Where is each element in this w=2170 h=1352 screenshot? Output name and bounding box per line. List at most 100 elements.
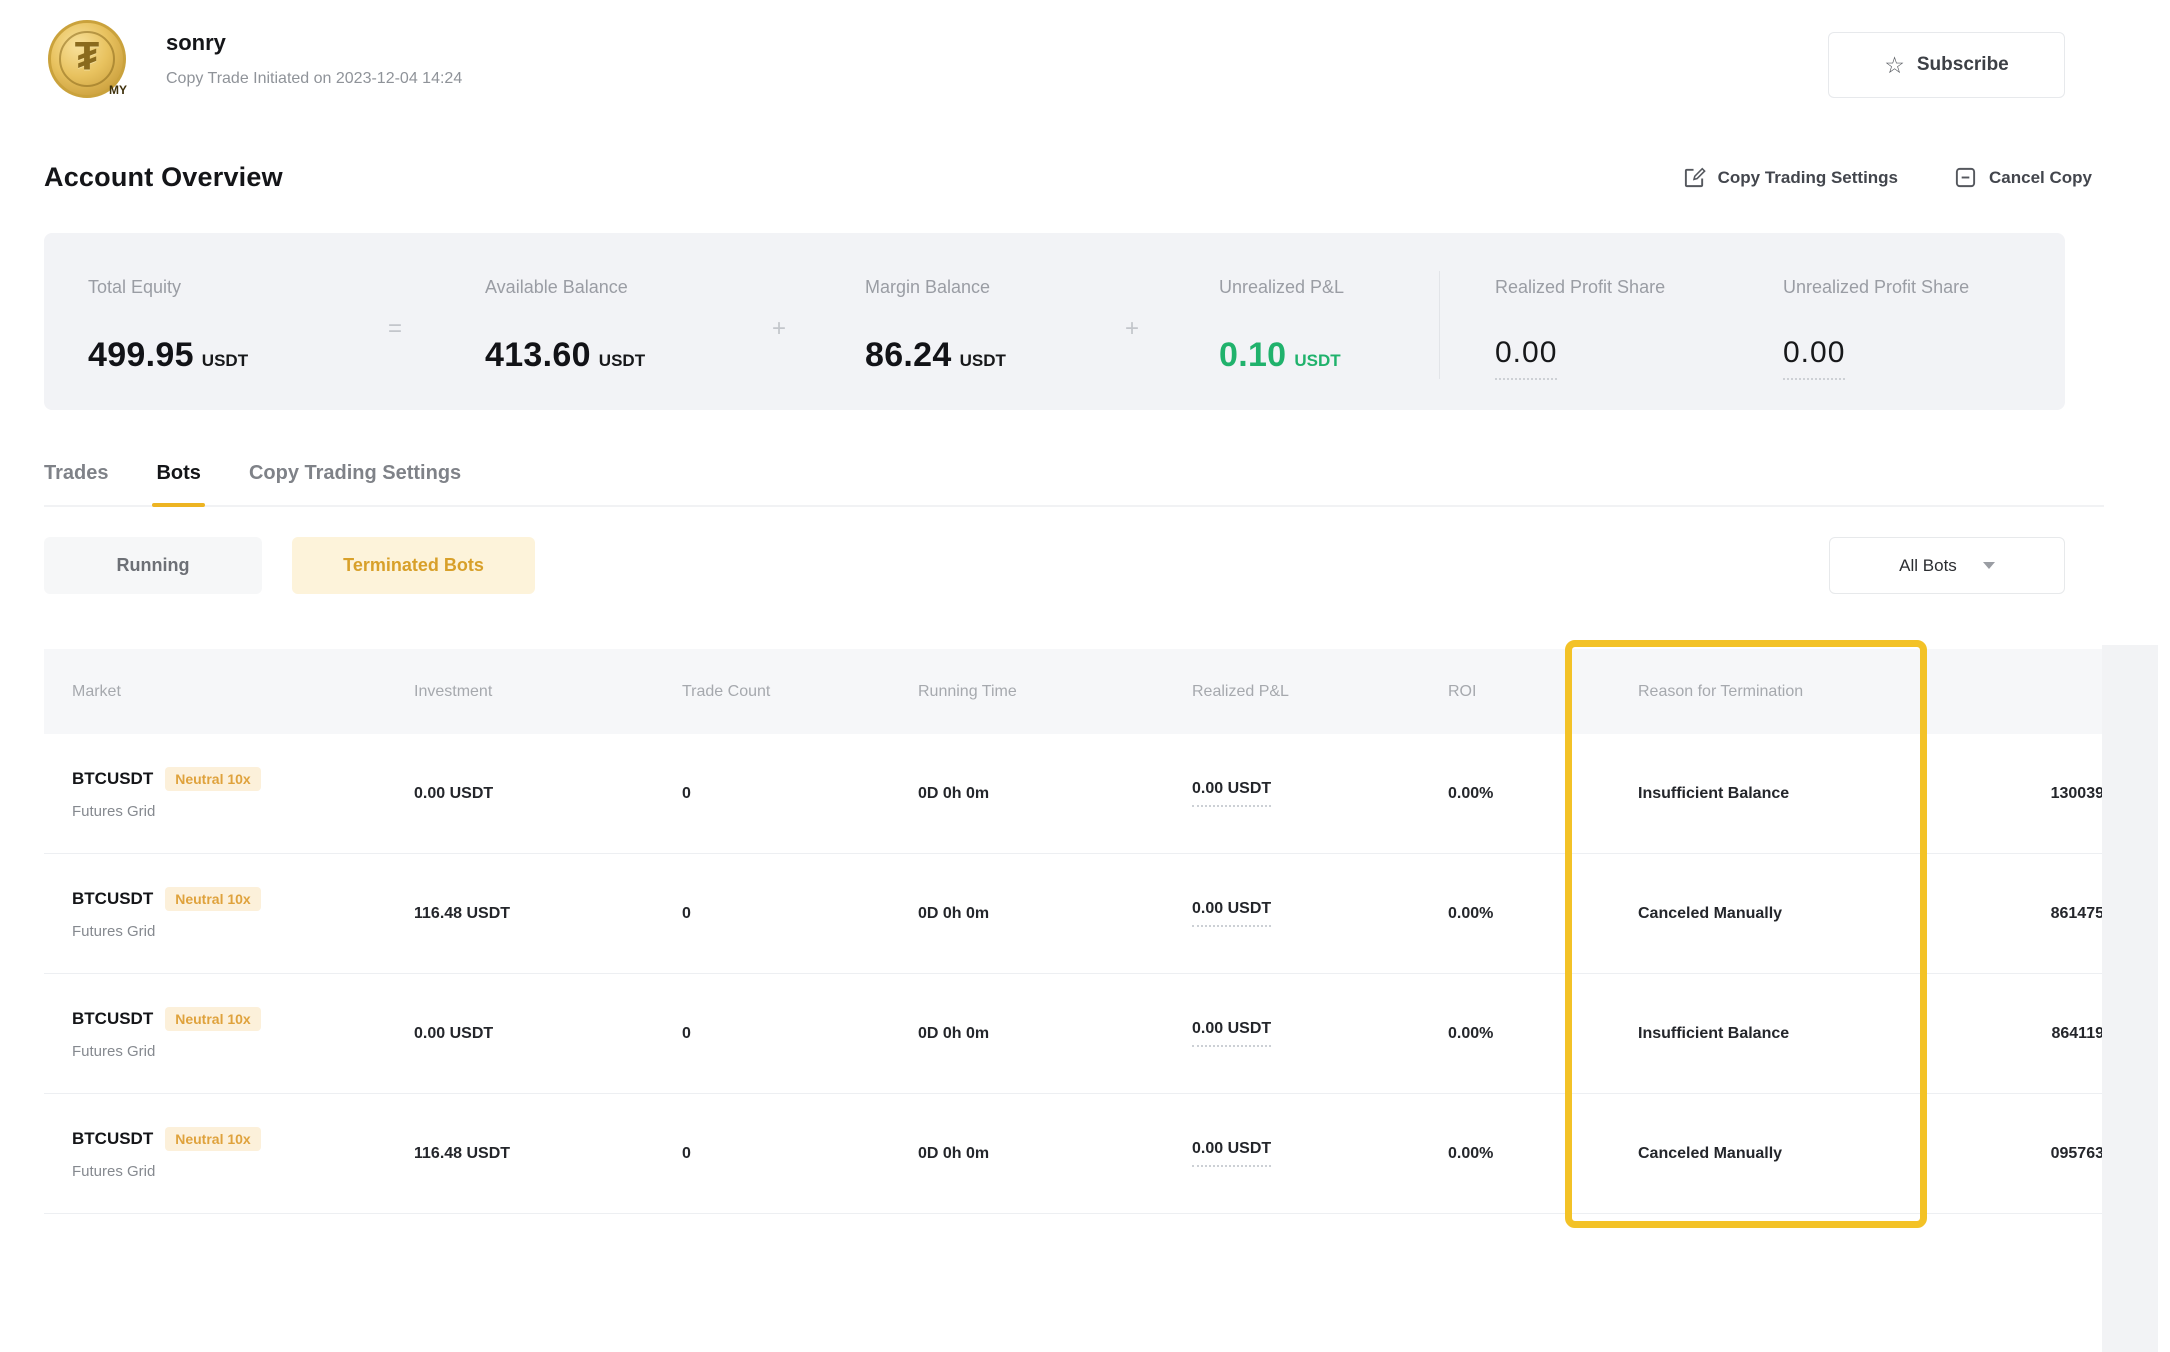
margin-balance-unit: USDT (960, 351, 1006, 371)
leverage-badge: Neutral 10x (165, 887, 260, 911)
page-title: Account Overview (44, 162, 283, 193)
bot-type-label: Futures Grid (72, 923, 386, 940)
equals-operator: = (388, 315, 402, 343)
available-balance-value: 413.60 (485, 336, 591, 375)
stat-margin-balance: Margin Balance 86.24 USDT (865, 277, 1006, 375)
bot-type-label: Futures Grid (72, 803, 386, 820)
leverage-badge: Neutral 10x (165, 767, 260, 791)
all-bots-dropdown-value: All Bots (1899, 556, 1957, 576)
reason-cell: Insufficient Balance (1610, 785, 1940, 803)
roi-cell: 0.00% (1420, 785, 1610, 803)
copy-trading-page: ₮ MY sonry Copy Trade Initiated on 2023-… (0, 0, 2170, 1352)
market-cell: BTCUSDT Neutral 10x Futures Grid (44, 767, 386, 820)
reason-cell: Insufficient Balance (1610, 1025, 1940, 1043)
table-row: BTCUSDT Neutral 10x Futures Grid 116.48 … (44, 1094, 2104, 1214)
overview-head: Account Overview Copy Trading Settings (44, 162, 2104, 193)
reason-cell: Canceled Manually (1610, 1145, 1940, 1163)
col-running-time: Running Time (890, 683, 1164, 701)
realized-pnl-cell: 0.00 USDT (1164, 780, 1420, 807)
table-row: BTCUSDT Neutral 10x Futures Grid 116.48 … (44, 854, 2104, 974)
col-market: Market (44, 683, 386, 701)
market-cell: BTCUSDT Neutral 10x Futures Grid (44, 887, 386, 940)
copy-trading-settings-label: Copy Trading Settings (1718, 168, 1898, 188)
status-filter-group: Running Terminated Bots (44, 537, 535, 594)
investment-cell: 116.48 USDT (386, 905, 654, 923)
total-equity-value: 499.95 (88, 336, 194, 375)
col-roi: ROI (1420, 683, 1610, 701)
stats-divider (1439, 271, 1440, 379)
market-cell: BTCUSDT Neutral 10x Futures Grid (44, 1007, 386, 1060)
bot-filters: Running Terminated Bots All Bots (44, 537, 2104, 594)
copy-trading-settings-button[interactable]: Copy Trading Settings (1683, 166, 1898, 189)
table-row: BTCUSDT Neutral 10x Futures Grid 0.00 US… (44, 974, 2104, 1094)
stat-available-balance: Available Balance 413.60 USDT (485, 277, 645, 375)
col-realized-pnl: Realized P&L (1164, 683, 1420, 701)
tab-bots[interactable]: Bots (156, 462, 200, 485)
cancel-copy-label: Cancel Copy (1989, 168, 2092, 188)
leverage-badge: Neutral 10x (165, 1127, 260, 1151)
subscribe-button[interactable]: ☆ Subscribe (1828, 32, 2065, 98)
bot-id-cell: 861475 (1940, 905, 2104, 923)
investment-cell: 0.00 USDT (386, 785, 654, 803)
realized-profit-share-value: 0.00 (1495, 336, 1557, 380)
leverage-badge: Neutral 10x (165, 1007, 260, 1031)
tether-coin-icon: ₮ (75, 35, 99, 80)
trade-count-cell: 0 (654, 905, 890, 923)
minus-square-icon (1954, 166, 1977, 189)
table-header-row: Market Investment Trade Count Running Ti… (44, 649, 2104, 734)
plus-operator-2: + (1125, 315, 1139, 343)
tab-bar: Trades Bots Copy Trading Settings (44, 462, 2104, 507)
investment-cell: 0.00 USDT (386, 1025, 654, 1043)
trader-profile: ₮ MY sonry Copy Trade Initiated on 2023-… (44, 20, 462, 98)
overview-actions: Copy Trading Settings Cancel Copy (1683, 166, 2092, 189)
bot-id-cell: 864119 (1940, 1025, 2104, 1043)
trader-name: sonry (166, 30, 462, 56)
trader-meta: sonry Copy Trade Initiated on 2023-12-04… (166, 30, 462, 88)
tab-copy-trading-settings[interactable]: Copy Trading Settings (249, 462, 461, 485)
table-row: BTCUSDT Neutral 10x Futures Grid 0.00 US… (44, 734, 2104, 854)
col-reason-for-termination: Reason for Termination (1610, 683, 1940, 701)
col-trade-count: Trade Count (654, 683, 890, 701)
terminated-bots-table: Market Investment Trade Count Running Ti… (44, 649, 2104, 1214)
trade-count-cell: 0 (654, 1145, 890, 1163)
plus-operator: + (772, 315, 786, 343)
star-icon: ☆ (1884, 54, 1905, 77)
top-bar: ₮ MY sonry Copy Trade Initiated on 2023-… (44, 0, 2104, 98)
avatar-flag-label: MY (109, 83, 127, 97)
running-time-cell: 0D 0h 0m (890, 785, 1164, 803)
bot-id-cell: 130039 (1940, 785, 2104, 803)
stat-unrealized-profit-share: Unrealized Profit Share 0.00 (1783, 277, 1969, 380)
realized-pnl-cell: 0.00 USDT (1164, 1020, 1420, 1047)
roi-cell: 0.00% (1420, 1145, 1610, 1163)
edit-icon (1683, 166, 1706, 189)
total-equity-unit: USDT (202, 351, 248, 371)
right-edge-strip (2102, 645, 2158, 1352)
market-cell: BTCUSDT Neutral 10x Futures Grid (44, 1127, 386, 1180)
stat-realized-profit-share: Realized Profit Share 0.00 (1495, 277, 1665, 380)
stat-unrealized-pnl: Unrealized P&L 0.10 USDT (1219, 277, 1344, 375)
realized-pnl-cell: 0.00 USDT (1164, 900, 1420, 927)
bot-type-label: Futures Grid (72, 1043, 386, 1060)
running-filter-button[interactable]: Running (44, 537, 262, 594)
available-balance-unit: USDT (599, 351, 645, 371)
trade-count-cell: 0 (654, 785, 890, 803)
col-investment: Investment (386, 683, 654, 701)
unrealized-profit-share-value: 0.00 (1783, 336, 1845, 380)
terminated-bots-filter-button[interactable]: Terminated Bots (292, 537, 535, 594)
account-overview-stats: Total Equity 499.95 USDT = Available Bal… (44, 233, 2065, 410)
reason-cell: Canceled Manually (1610, 905, 1940, 923)
running-time-cell: 0D 0h 0m (890, 905, 1164, 923)
bot-id-cell: 095763 (1940, 1145, 2104, 1163)
realized-pnl-cell: 0.00 USDT (1164, 1140, 1420, 1167)
unrealized-pnl-value: 0.10 (1219, 336, 1286, 375)
all-bots-dropdown[interactable]: All Bots (1829, 537, 2065, 594)
running-time-cell: 0D 0h 0m (890, 1145, 1164, 1163)
trade-count-cell: 0 (654, 1025, 890, 1043)
cancel-copy-button[interactable]: Cancel Copy (1954, 166, 2092, 189)
running-time-cell: 0D 0h 0m (890, 1025, 1164, 1043)
investment-cell: 116.48 USDT (386, 1145, 654, 1163)
tab-trades[interactable]: Trades (44, 462, 108, 485)
roi-cell: 0.00% (1420, 905, 1610, 923)
copy-trade-initiated-text: Copy Trade Initiated on 2023-12-04 14:24 (166, 70, 462, 88)
stat-total-equity: Total Equity 499.95 USDT (88, 277, 248, 375)
